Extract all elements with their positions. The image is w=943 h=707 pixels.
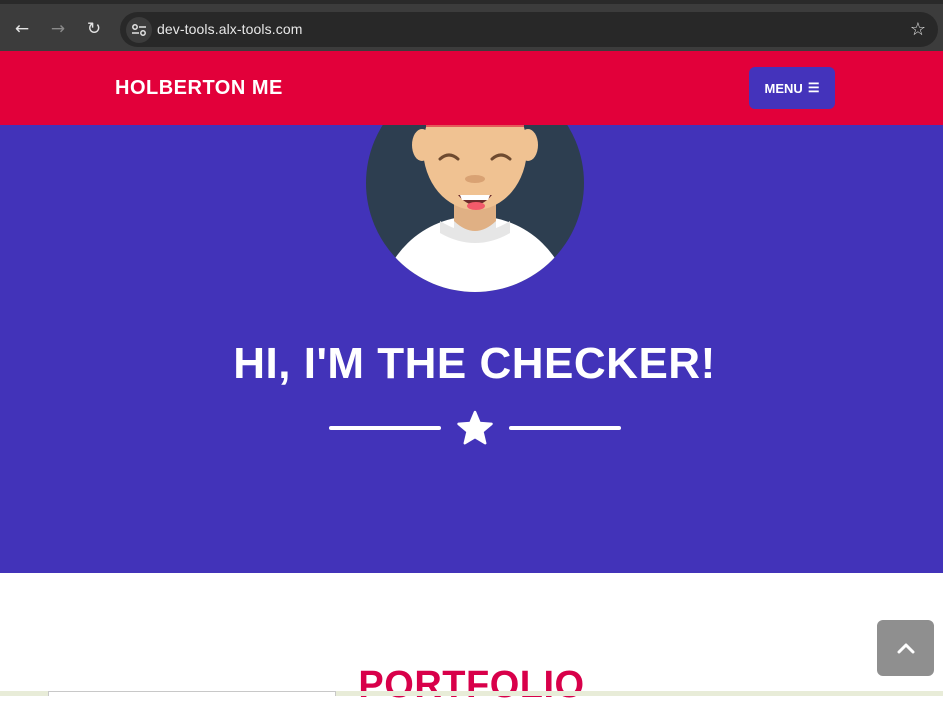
hero-title: HI, I'M THE CHECKER! <box>233 339 716 388</box>
forward-button[interactable]: → <box>44 15 72 43</box>
back-button[interactable]: ← <box>8 15 36 43</box>
bookmark-star-icon[interactable]: ☆ <box>910 19 926 40</box>
menu-button[interactable]: MENU ☰ <box>749 67 835 109</box>
star-icon <box>457 410 493 445</box>
menu-label: MENU <box>764 80 803 96</box>
brand-link[interactable]: HOLBERTON ME <box>115 77 283 100</box>
reload-button[interactable]: ↻ <box>80 15 108 43</box>
back-arrow-icon: ← <box>14 19 30 39</box>
divider-line-right <box>509 426 621 430</box>
portfolio-heading: PORTFOLIO <box>358 664 585 706</box>
site-navbar: HOLBERTON ME MENU ☰ <box>0 51 943 125</box>
site-info-button[interactable] <box>126 17 152 43</box>
divider-line-left <box>329 426 441 430</box>
reload-icon: ↻ <box>86 19 102 39</box>
address-bar[interactable]: dev-tools.alx-tools.com ☆ <box>120 12 938 47</box>
scroll-to-top-button[interactable] <box>877 620 934 676</box>
hamburger-icon: ☰ <box>807 80 820 95</box>
hero-section: HI, I'M THE CHECKER! <box>0 125 943 573</box>
url-text: dev-tools.alx-tools.com <box>157 21 303 37</box>
chevron-up-icon <box>897 643 914 654</box>
forward-arrow-icon: → <box>50 19 66 39</box>
tune-icon <box>132 24 146 36</box>
bottom-panel-edge <box>48 691 336 696</box>
avatar-image <box>366 125 584 292</box>
browser-toolbar: ← → ↻ dev-tools.alx-tools.com ☆ <box>0 0 943 51</box>
